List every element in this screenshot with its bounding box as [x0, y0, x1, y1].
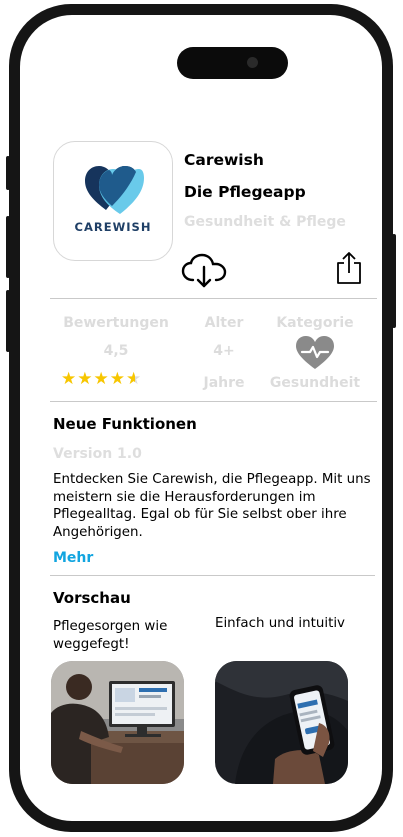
dynamic-island: [177, 47, 288, 79]
ratings-label: Bewertungen: [63, 315, 169, 331]
volume-down-button: [6, 290, 10, 352]
preview-caption-2: Einfach und intuitiv: [215, 616, 345, 631]
age-unit: Jahre: [203, 375, 245, 391]
app-name: Carewish: [184, 151, 264, 169]
preview-title: Vorschau: [53, 589, 131, 607]
whats-new-title: Neue Funktionen: [53, 415, 197, 433]
share-icon[interactable]: [336, 251, 362, 285]
preview-screenshot-2[interactable]: [215, 661, 348, 784]
divider: [50, 401, 377, 402]
version-text: Version 1.0: [53, 446, 142, 462]
star-icon: ★: [61, 369, 78, 389]
app-icon-brand-text: CAREWISH: [74, 220, 152, 234]
app-icon[interactable]: CAREWISH: [53, 141, 173, 261]
preview-image-laptop: [51, 661, 184, 784]
app-category-line: Gesundheit & Pflege: [184, 214, 346, 230]
volume-up-button: [6, 216, 10, 278]
rating-stars: ★★★★★: [61, 369, 142, 389]
more-link[interactable]: Mehr: [53, 550, 93, 566]
age-label: Alter: [204, 315, 244, 331]
app-description: Entdecken Sie Carewish, die Pflegeapp. M…: [53, 472, 371, 540]
star-half-icon: ★: [126, 369, 143, 389]
star-icon: ★: [77, 369, 94, 389]
camera-icon: [247, 57, 258, 68]
ratings-value: 4,5: [103, 343, 129, 359]
category-value: Gesundheit: [269, 375, 361, 391]
divider: [50, 298, 377, 299]
star-icon: ★: [109, 369, 126, 389]
star-icon: ★: [93, 369, 110, 389]
app-subtitle: Die Pflegeapp: [184, 183, 306, 201]
power-button: [392, 234, 396, 328]
category-label: Kategorie: [276, 315, 354, 331]
heart-pulse-icon: [296, 336, 334, 369]
age-value: 4+: [213, 343, 235, 359]
silent-switch: [6, 156, 10, 190]
preview-screenshot-1[interactable]: [51, 661, 184, 784]
divider: [50, 575, 375, 576]
preview-image-phone: [215, 661, 348, 784]
carewish-logo-icon: [85, 166, 144, 214]
cloud-download-icon[interactable]: [181, 253, 227, 289]
preview-caption-1: Pflegesorgen wie weggefegt!: [53, 619, 168, 652]
